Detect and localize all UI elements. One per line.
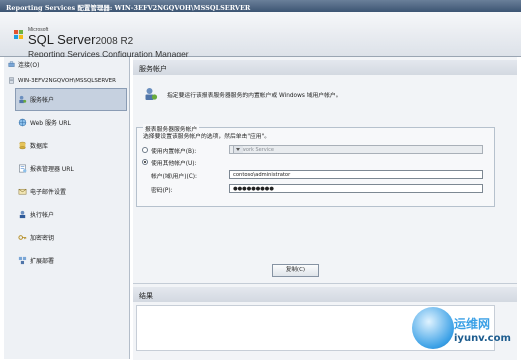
password-field-value: ●●●●●●●●●: [233, 186, 274, 192]
other-account-label: 使用其他帐户(U):: [151, 161, 197, 167]
account-field-value: contoso\administrator: [233, 172, 291, 178]
sidebar-item-label: 数据库: [30, 143, 49, 150]
app-header: Microsoft SQL Server2008 R2 Reporting Se…: [0, 12, 521, 59]
product-label: SQL Server: [28, 32, 96, 47]
sidebar-item-email-settings[interactable]: 电子邮件设置: [4, 180, 129, 203]
windows-logo-icon: [14, 30, 23, 39]
password-field-label: 密码(P):: [151, 188, 173, 194]
sidebar-item-report-manager-url[interactable]: 报表管理器 URL: [4, 157, 129, 180]
product-version: 2008 R2: [95, 36, 134, 47]
copy-button[interactable]: 复制(C): [272, 264, 319, 277]
page-description: 指定要运行该报表服务器服务的内置帐户或 Windows 域用户帐户。: [167, 93, 342, 99]
service-account-large-icon: [145, 88, 158, 100]
report-manager-icon: [19, 164, 27, 173]
watermark-url: iyunv.com: [454, 333, 511, 344]
description-row: 指定要运行该报表服务器服务的内置帐户或 Windows 域用户帐户。: [141, 84, 517, 104]
sidebar-item-label: 服务帐户: [30, 97, 55, 104]
sidebar-item-execution-account[interactable]: 执行帐户: [4, 203, 129, 226]
password-field[interactable]: ●●●●●●●●●: [229, 184, 483, 193]
encryption-key-icon: [18, 235, 27, 240]
builtin-account-radio[interactable]: [142, 147, 148, 153]
sidebar-item-web-service-url[interactable]: Web 服务 URL: [4, 111, 129, 134]
window-title: Reporting Services 配置管理器: WIN-3EFV2NGQVO…: [6, 4, 251, 12]
account-field[interactable]: contoso\administrator: [229, 170, 483, 179]
product-name: SQL Server2008 R2: [28, 32, 133, 47]
page-title: 服务帐户: [139, 65, 167, 73]
sidebar-item-label: 执行帐户: [30, 212, 55, 219]
sidebar-item-database[interactable]: 数据库: [4, 134, 129, 157]
builtin-account-select[interactable]: Network Service: [229, 145, 483, 154]
web-service-icon: [18, 118, 27, 127]
connect-label: 连接(O): [18, 61, 40, 69]
sidebar-item-label: 报表管理器 URL: [30, 166, 74, 173]
account-field-label: 帐户(域\用户)(C):: [151, 174, 197, 180]
sidebar-item-label: Web 服务 URL: [30, 120, 71, 127]
connect-button[interactable]: 连接(O): [8, 59, 126, 69]
watermark-text: 运维网: [454, 317, 491, 331]
sidebar-item-label: 电子邮件设置: [30, 189, 67, 196]
execution-account-icon: [19, 210, 26, 219]
scale-out-icon: [18, 256, 27, 265]
watermark: 运维网 iyunv.com: [408, 303, 521, 359]
database-icon: [19, 141, 26, 150]
results-header: 结果: [133, 287, 517, 302]
sidebar-item-label: 扩展部署: [30, 258, 55, 265]
other-account-radio[interactable]: [142, 159, 148, 165]
connect-icon: [8, 61, 15, 67]
sidebar-nav: 服务帐户 Web 服务 URL 数据库 报表管理器 URL 电子邮件设置 执行帐…: [4, 88, 129, 272]
builtin-account-label: 使用内置帐户(B):: [151, 149, 197, 155]
server-node[interactable]: WIN-3EFV2NGQVOH\MSSQLSERVER: [8, 76, 126, 85]
chevron-down-icon[interactable]: [233, 146, 243, 153]
service-account-group: 报表服务器服务帐户 选择要设置该服务帐户的选项，然后单击"应用"。 使用内置帐户…: [136, 124, 495, 207]
service-account-icon: [19, 95, 27, 104]
results-title: 结果: [139, 292, 153, 300]
sidebar-item-encryption-keys[interactable]: 加密密钥: [4, 226, 129, 249]
sidebar: 连接(O) WIN-3EFV2NGQVOH\MSSQLSERVER 服务帐户 W…: [4, 57, 130, 359]
panel-header: 服务帐户: [133, 60, 517, 75]
sidebar-item-label: 加密密钥: [30, 235, 55, 242]
group-hint: 选择要设置该服务帐户的选项，然后单击"应用"。: [143, 134, 271, 140]
watermark-logo-icon: [412, 307, 454, 349]
server-name: WIN-3EFV2NGQVOH\MSSQLSERVER: [18, 77, 116, 84]
server-icon: [9, 77, 14, 84]
sidebar-item-service-account[interactable]: 服务帐户: [15, 88, 127, 111]
email-icon: [18, 188, 27, 195]
sidebar-item-scale-out-deployment[interactable]: 扩展部署: [4, 249, 129, 272]
